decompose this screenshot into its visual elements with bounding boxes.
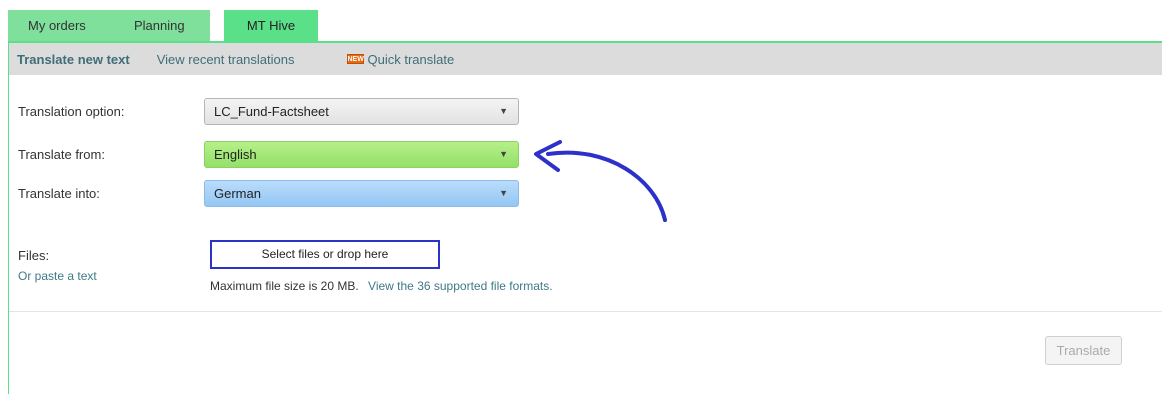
file-size-note: Maximum file size is 20 MB. View the 36 … (210, 279, 553, 293)
quick-translate-label: Quick translate (367, 51, 455, 67)
chevron-down-icon: ▼ (499, 188, 508, 198)
tab-planning[interactable]: Planning (118, 10, 210, 41)
curved-arrow-icon (534, 140, 667, 222)
divider (9, 311, 1162, 312)
main-tabs: My orders Planning MT Hive (8, 10, 318, 41)
tab-my-orders[interactable]: My orders (8, 10, 118, 41)
translate-into-value: German (214, 186, 261, 201)
translate-into-select[interactable]: German ▼ (204, 180, 519, 207)
translation-option-label: Translation option: (18, 104, 125, 119)
translate-from-label: Translate from: (18, 147, 105, 162)
new-badge-icon: NEW (346, 54, 364, 64)
select-files-button[interactable]: Select files or drop here (210, 240, 440, 269)
sub-navigation: Translate new text View recent translati… (9, 43, 1162, 75)
translate-from-value: English (214, 147, 257, 162)
translate-button[interactable]: Translate (1045, 336, 1122, 365)
translate-from-select[interactable]: English ▼ (204, 141, 519, 168)
translation-option-value: LC_Fund-Factsheet (214, 104, 329, 119)
supported-formats-link[interactable]: View the 36 supported file formats. (368, 279, 553, 293)
paste-text-link[interactable]: Or paste a text (18, 269, 97, 283)
content-left-border (8, 41, 9, 394)
chevron-down-icon: ▼ (499, 149, 508, 159)
files-label: Files: (18, 248, 50, 263)
tab-mt-hive[interactable]: MT Hive (224, 10, 318, 41)
translation-option-select[interactable]: LC_Fund-Factsheet ▼ (204, 98, 519, 125)
subnav-quick-translate[interactable]: NEW Quick translate (346, 51, 455, 67)
chevron-down-icon: ▼ (499, 106, 508, 116)
tab-group: My orders Planning (8, 10, 210, 41)
subnav-recent-translations[interactable]: View recent translations (157, 52, 295, 67)
max-size-text: Maximum file size is 20 MB. (210, 279, 359, 293)
subnav-translate-new[interactable]: Translate new text (17, 52, 130, 67)
translate-into-label: Translate into: (18, 186, 100, 201)
